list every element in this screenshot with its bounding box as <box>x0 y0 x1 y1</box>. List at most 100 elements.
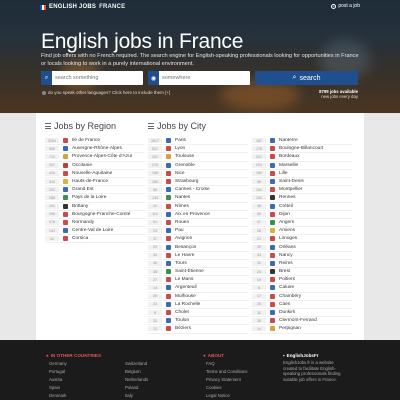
list-item[interactable]: 24 Brest <box>252 268 352 277</box>
job-count-badge: 241 <box>45 203 59 209</box>
footer-link[interactable]: Terms and Conditions <box>206 368 248 376</box>
list-item[interactable]: 187 Nanterre <box>252 137 352 146</box>
list-item[interactable]: 96 Saint-Denis <box>252 178 352 187</box>
footer-link[interactable]: Germany <box>49 360 67 368</box>
list-item[interactable]: 112 Aix en Provence <box>148 211 248 219</box>
list-item[interactable]: 2617 Paris <box>148 137 248 146</box>
list-item[interactable]: 8 Caluire <box>252 284 352 293</box>
footer-link[interactable]: Poland <box>125 384 148 392</box>
list-item[interactable]: 25 Caen <box>252 301 352 309</box>
post-job-link[interactable]: + post a job <box>331 3 360 9</box>
list-item[interactable]: 11 Dunkirk <box>252 309 352 318</box>
list-item[interactable]: 189 Lille <box>252 170 352 178</box>
list-item[interactable]: 198 Bourgogne-Franche-Comté <box>45 211 145 219</box>
list-item[interactable]: 34 Nancy <box>252 252 352 260</box>
list-item[interactable]: 38 Saint-Étienne <box>148 268 248 277</box>
list-item[interactable]: 241 Brittany <box>45 203 145 211</box>
job-count-badge: 36 <box>252 318 266 324</box>
footer-link[interactable]: Spain <box>49 384 67 392</box>
list-item[interactable]: 41 Nîmes <box>148 203 248 211</box>
list-item[interactable]: 23 Pau <box>148 227 248 236</box>
list-item[interactable]: 302 Grand Est <box>45 186 145 195</box>
list-item[interactable]: 22 La Rochelle <box>148 301 248 309</box>
job-count-badge: 52 <box>252 211 266 217</box>
list-item[interactable]: 959 Auvergne-Rhône-Alpes <box>45 145 145 154</box>
footer-link[interactable]: Belgium <box>125 368 148 376</box>
list-item[interactable]: 221 Bordeaux <box>252 153 352 162</box>
list-item[interactable]: 45 Tours <box>148 260 248 268</box>
footer-link[interactable]: Austria <box>49 376 67 384</box>
list-item[interactable]: 28 Amiens <box>252 227 352 236</box>
list-item[interactable]: 33 Le Havre <box>148 252 248 260</box>
list-item[interactable]: 14 Argenteuil <box>148 284 248 293</box>
what-field[interactable]: ⌕ <box>41 71 143 85</box>
list-item-label: Dunkirk <box>279 310 296 316</box>
coat-of-arms-icon <box>166 293 171 299</box>
list-item[interactable]: 29 Besançon <box>148 243 248 252</box>
what-input[interactable] <box>52 75 140 81</box>
list-item[interactable]: 160 Strasbourg <box>148 178 248 187</box>
list-item[interactable]: 17 Chambéry <box>252 293 352 301</box>
list-item[interactable]: 52 Dijon <box>252 211 352 219</box>
list-item[interactable]: 26 Mulhouse <box>148 293 248 301</box>
list-item[interactable]: 9 Cholet <box>148 309 248 318</box>
site-logo[interactable]: ENGLISH JOBS FRANCE <box>40 4 125 10</box>
list-item[interactable]: 288 Pays de la Loire <box>45 194 145 203</box>
list-item[interactable]: 537 Occitanie <box>45 162 145 170</box>
list-item[interactable]: 143 Nantes <box>148 194 248 203</box>
list-item[interactable]: 31 Toulon <box>148 317 248 326</box>
list-item-label: Reims <box>279 260 293 266</box>
footer-link[interactable]: Legal Notice <box>206 392 248 400</box>
footer-link[interactable]: Switzerland <box>125 360 148 368</box>
list-item[interactable]: 31 Reims <box>252 260 352 268</box>
list-item[interactable]: 39 Orléans <box>252 243 352 252</box>
list-item[interactable]: 19 Poitiers <box>252 276 352 285</box>
job-count-badge: 521 <box>148 146 162 152</box>
footer-link[interactable]: Privacy Statement <box>206 376 248 384</box>
footer-link[interactable]: Italy <box>125 392 148 400</box>
footer-link[interactable]: Portugal <box>49 368 67 376</box>
where-input[interactable] <box>159 75 247 81</box>
where-field[interactable]: ◉ <box>148 71 250 85</box>
footer-countries-col2: Switzerland Belgium Netherlands Poland Italy… <box>125 360 148 400</box>
list-item[interactable]: 48 Créteil <box>252 203 352 211</box>
list-item[interactable]: 176 Normandy <box>45 219 145 228</box>
list-item-label: Corsica <box>72 236 89 242</box>
list-item[interactable]: 344 Hauts-de-France <box>45 178 145 187</box>
list-item[interactable]: 12 Béziers <box>148 325 248 334</box>
coat-of-arms-icon <box>166 301 171 307</box>
language-toggle[interactable]: do you speak other languages? Click here… <box>42 90 170 95</box>
list-item[interactable]: 712 Provence-Alpes-Côte d'Azur <box>45 153 145 162</box>
list-item[interactable]: 47 Angers <box>252 219 352 228</box>
language-note-text: do you speak other languages? Click here… <box>48 90 171 95</box>
footer-link[interactable]: Cookies <box>206 384 248 392</box>
job-count-badge: 210 <box>148 162 162 168</box>
checkbox-icon[interactable] <box>42 90 46 95</box>
job-count-badge: 61 <box>148 219 162 225</box>
list-item[interactable]: 37 Avignon <box>148 235 248 244</box>
list-item[interactable]: 14 Perpignan <box>252 325 352 334</box>
list-item[interactable]: 198 Nice <box>148 170 248 178</box>
footer-link[interactable]: Netherlands <box>125 376 148 384</box>
list-item[interactable]: 204 Marseille <box>252 162 352 170</box>
search-button[interactable]: ⌕ search <box>255 71 358 85</box>
footer-link[interactable]: FAQ <box>206 360 248 368</box>
list-item[interactable]: 132 Rennes <box>252 194 352 203</box>
list-item[interactable]: 27 Le Mans <box>148 276 248 285</box>
footer-link[interactable]: Denmark <box>49 392 67 400</box>
list-item[interactable]: 61 Rouen <box>148 219 248 228</box>
list-item[interactable]: 154 Montpellier <box>252 186 352 195</box>
list-item[interactable]: 301 Toulouse <box>148 153 248 162</box>
regions-title: Jobs by Region <box>54 121 117 131</box>
list-item[interactable]: 416 Nouvelle-Aquitaine <box>45 170 145 178</box>
list-item[interactable]: 210 Grenoble <box>148 162 248 170</box>
list-item[interactable]: 176 Boulogne-Billancourt <box>252 145 352 154</box>
list-item[interactable]: 143 Centre-Val de Loire <box>45 227 145 236</box>
list-item[interactable]: 98 Cannes - Croise <box>148 186 248 195</box>
list-item[interactable]: 521 Lyon <box>148 145 248 154</box>
list-item[interactable]: 21 Limoges <box>252 235 352 244</box>
coat-of-arms-icon <box>270 187 275 193</box>
list-item[interactable]: 36 Clermont-Ferrand <box>252 317 352 326</box>
list-item[interactable]: 12 Corsica <box>45 235 145 244</box>
list-item[interactable]: 3264 Ile de France <box>45 137 145 146</box>
